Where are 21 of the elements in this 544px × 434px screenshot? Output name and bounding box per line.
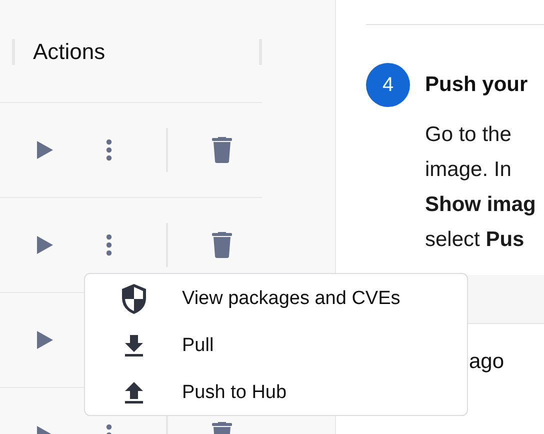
step-title: Push your <box>425 73 528 97</box>
download-icon <box>124 334 144 356</box>
instruction-text: image. In <box>425 157 512 183</box>
play-icon[interactable] <box>37 141 53 159</box>
delete-icon[interactable] <box>212 137 232 163</box>
shield-icon <box>122 284 146 314</box>
more-options-icon[interactable] <box>106 234 112 256</box>
play-icon[interactable] <box>37 331 53 349</box>
delete-icon[interactable] <box>212 232 232 258</box>
instruction-text: Show imag <box>425 192 537 218</box>
instruction-text: Go to the <box>425 122 512 148</box>
menu-item[interactable]: View packages and CVEs <box>85 275 467 322</box>
more-options-icon[interactable] <box>106 139 112 161</box>
menu-item[interactable]: Push to Hub <box>85 369 467 416</box>
step-number: 4 <box>366 63 410 107</box>
table-cell: ago <box>469 350 504 374</box>
column-header: Actions <box>33 39 106 65</box>
instruction-text: select Pus <box>425 227 526 253</box>
menu-item[interactable]: Pull <box>85 322 467 369</box>
play-icon[interactable] <box>37 236 53 254</box>
upload-icon <box>124 382 144 404</box>
